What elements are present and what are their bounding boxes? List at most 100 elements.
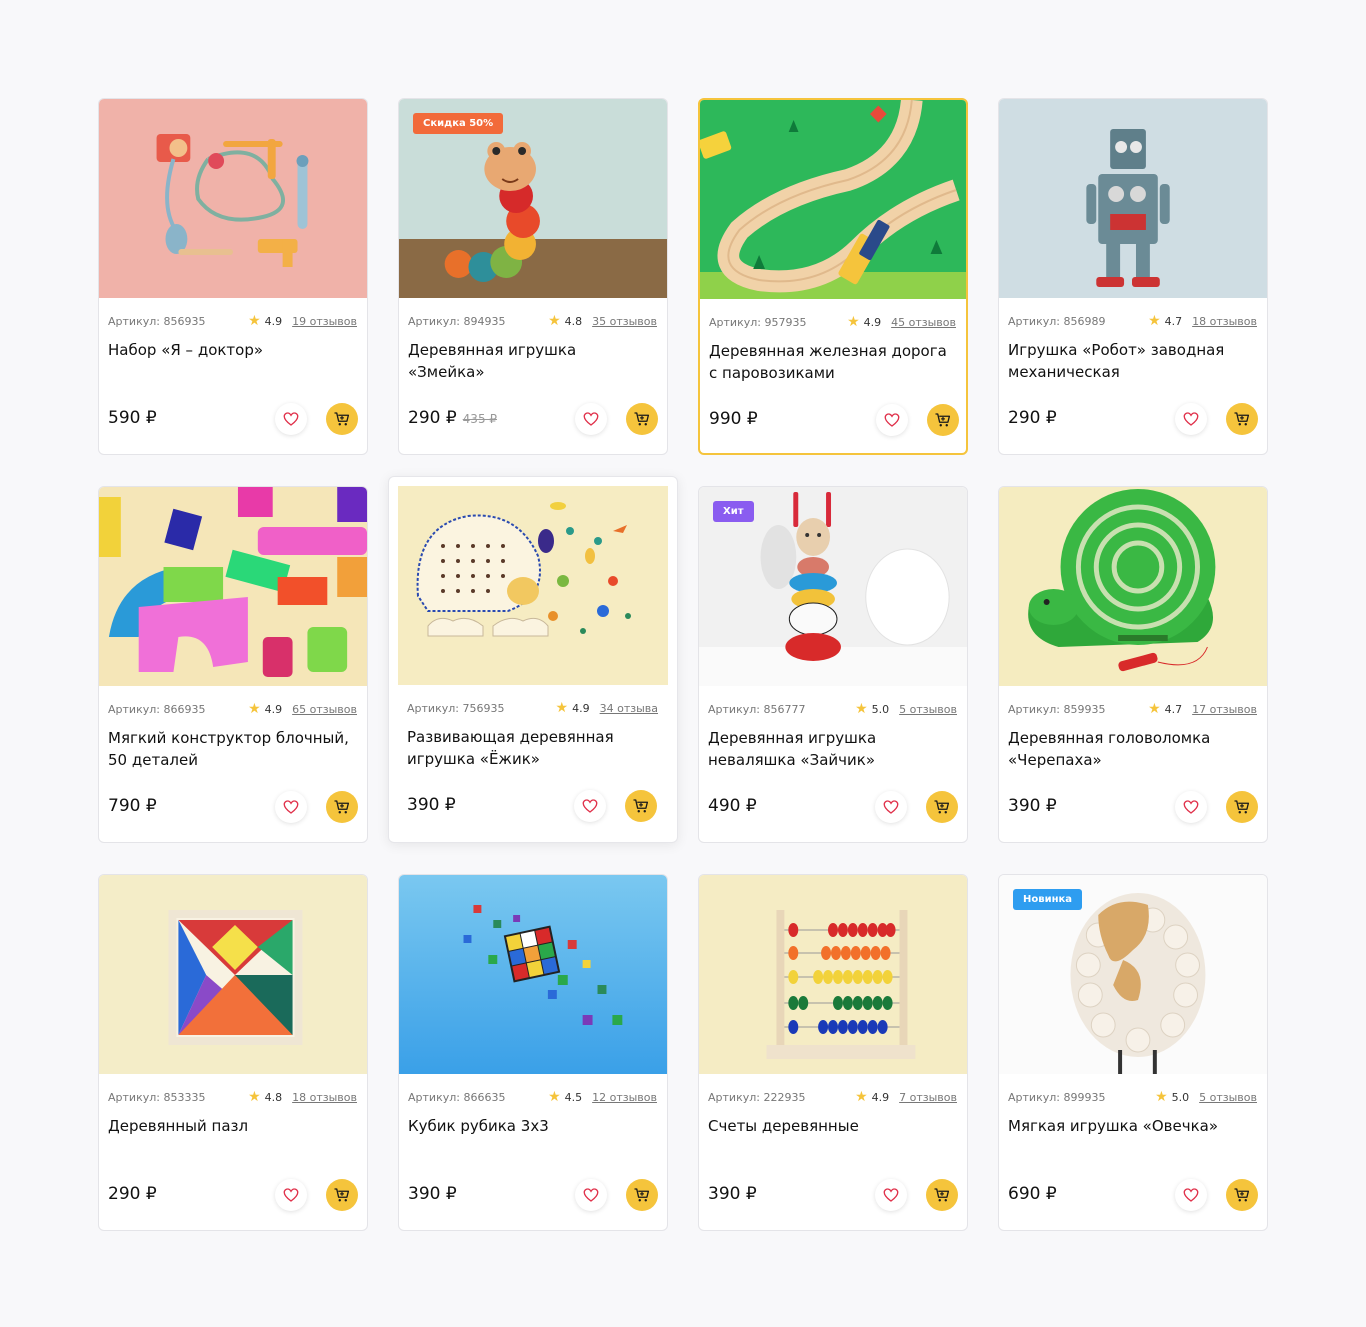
favorite-button[interactable]	[575, 1179, 607, 1211]
favorite-button[interactable]	[875, 791, 907, 823]
product-title[interactable]: Набор «Я – доктор»	[108, 339, 357, 361]
product-image[interactable]	[99, 875, 367, 1074]
product-card[interactable]: Артикул: 856935 ★ 4.9 19 отзывов Набор «…	[98, 98, 368, 455]
favorite-button[interactable]	[574, 790, 606, 822]
product-title[interactable]: Кубик рубика 3x3	[408, 1115, 657, 1137]
reviews-link[interactable]: 18 отзывов	[1192, 315, 1257, 328]
favorite-button[interactable]	[275, 791, 307, 823]
product-title[interactable]: Развивающая деревянная игрушка «Ёжик»	[407, 726, 658, 770]
product-card[interactable]: Новинка Артикул: 899935 ★ 5.0 5 отзывов …	[998, 874, 1268, 1231]
product-image[interactable]: Новинка	[999, 875, 1267, 1074]
product-sku: Артикул: 859935	[1008, 702, 1106, 716]
product-image[interactable]	[999, 99, 1267, 298]
heart-icon	[1183, 800, 1199, 814]
reviews-link[interactable]: 35 отзывов	[592, 315, 657, 328]
product-grid: Артикул: 856935 ★ 4.9 19 отзывов Набор «…	[98, 98, 1268, 1231]
add-to-cart-button[interactable]	[326, 791, 358, 823]
favorite-button[interactable]	[275, 403, 307, 435]
reviews-link[interactable]: 7 отзывов	[899, 1091, 957, 1104]
add-to-cart-button[interactable]	[927, 404, 959, 436]
product-image[interactable]	[99, 99, 367, 298]
star-icon: ★	[248, 1089, 261, 1105]
product-card[interactable]: Артикул: 222935 ★ 4.9 7 отзывов Счеты де…	[698, 874, 968, 1231]
product-title[interactable]: Деревянная железная дорога с паровозикам…	[709, 340, 956, 384]
product-card[interactable]: Артикул: 853335 ★ 4.8 18 отзывов Деревян…	[98, 874, 368, 1231]
favorite-button[interactable]	[1175, 403, 1207, 435]
product-card[interactable]: Артикул: 866935 ★ 4.9 65 отзывов Мягкий …	[98, 486, 368, 843]
favorite-button[interactable]	[876, 404, 908, 436]
product-image[interactable]: Хит	[699, 487, 967, 686]
product-meta: Артикул: 957935 ★ 4.9 45 отзывов	[709, 314, 956, 330]
price-value: 690 ₽	[1008, 1184, 1057, 1204]
cart-icon	[1234, 800, 1250, 814]
reviews-link[interactable]: 34 отзыва	[600, 702, 658, 715]
heart-icon	[883, 1188, 899, 1202]
product-card[interactable]: Артикул: 957935 ★ 4.9 45 отзывов Деревян…	[698, 98, 968, 455]
product-sku: Артикул: 856989	[1008, 314, 1106, 328]
product-card[interactable]: Артикул: 856989 ★ 4.7 18 отзывов Игрушка…	[998, 98, 1268, 455]
product-meta: Артикул: 894935 ★ 4.8 35 отзывов	[408, 313, 657, 329]
product-card[interactable]: Скидка 50% Артикул: 894935 ★ 4.8 35 отзы…	[398, 98, 668, 455]
reviews-link[interactable]: 65 отзывов	[292, 703, 357, 716]
add-to-cart-button[interactable]	[626, 403, 658, 435]
add-to-cart-button[interactable]	[326, 1179, 358, 1211]
reviews-link[interactable]: 19 отзывов	[292, 315, 357, 328]
product-image[interactable]	[99, 487, 367, 686]
product-card[interactable]: Артикул: 859935 ★ 4.7 17 отзывов Деревян…	[998, 486, 1268, 843]
price-value: 390 ₽	[408, 1184, 457, 1204]
add-to-cart-button[interactable]	[926, 1179, 958, 1211]
product-card[interactable]: Артикул: 866635 ★ 4.5 12 отзывов Кубик р…	[398, 874, 668, 1231]
product-title[interactable]: Мягкий конструктор блочный, 50 деталей	[108, 727, 357, 771]
heart-icon	[283, 1188, 299, 1202]
star-icon: ★	[548, 1089, 561, 1105]
favorite-button[interactable]	[1175, 791, 1207, 823]
add-to-cart-button[interactable]	[1226, 791, 1258, 823]
reviews-link[interactable]: 17 отзывов	[1192, 703, 1257, 716]
product-price: 290 ₽ 435 ₽	[408, 408, 497, 428]
favorite-button[interactable]	[575, 403, 607, 435]
favorite-button[interactable]	[875, 1179, 907, 1211]
add-to-cart-button[interactable]	[625, 790, 657, 822]
add-to-cart-button[interactable]	[326, 403, 358, 435]
product-card[interactable]: Артикул: 756935 ★ 4.9 34 отзыва Развиваю…	[388, 476, 678, 843]
reviews-link[interactable]: 5 отзывов	[899, 703, 957, 716]
product-sku: Артикул: 894935	[408, 314, 506, 328]
product-sku: Артикул: 899935	[1008, 1090, 1106, 1104]
product-title[interactable]: Деревянная игрушка «Змейка»	[408, 339, 657, 383]
product-rating: 5.0	[871, 702, 890, 716]
add-to-cart-button[interactable]	[1226, 1179, 1258, 1211]
reviews-link[interactable]: 5 отзывов	[1199, 1091, 1257, 1104]
product-image[interactable]	[398, 486, 668, 685]
product-rating: 4.5	[564, 1090, 583, 1104]
product-rating: 4.9	[863, 315, 882, 329]
reviews-link[interactable]: 45 отзывов	[891, 316, 956, 329]
star-icon: ★	[855, 1089, 868, 1105]
product-image[interactable]	[399, 875, 667, 1074]
heart-icon	[883, 800, 899, 814]
product-image[interactable]	[699, 875, 967, 1074]
heart-icon	[283, 412, 299, 426]
price-value: 790 ₽	[108, 796, 157, 816]
product-image[interactable]: Скидка 50%	[399, 99, 667, 298]
product-image[interactable]	[700, 100, 966, 299]
product-sku: Артикул: 957935	[709, 315, 807, 329]
product-price: 390 ₽	[407, 795, 456, 815]
add-to-cart-button[interactable]	[1226, 403, 1258, 435]
reviews-link[interactable]: 12 отзывов	[592, 1091, 657, 1104]
star-icon: ★	[555, 700, 569, 716]
reviews-link[interactable]: 18 отзывов	[292, 1091, 357, 1104]
product-title[interactable]: Мягкая игрушка «Овечка»	[1008, 1115, 1257, 1137]
favorite-button[interactable]	[1175, 1179, 1207, 1211]
star-icon: ★	[1148, 313, 1161, 329]
product-title[interactable]: Деревянный пазл	[108, 1115, 357, 1137]
product-title[interactable]: Деревянная игрушка неваляшка «Зайчик»	[708, 727, 957, 771]
favorite-button[interactable]	[275, 1179, 307, 1211]
product-image[interactable]	[999, 487, 1267, 686]
product-title[interactable]: Счеты деревянные	[708, 1115, 957, 1137]
product-title[interactable]: Игрушка «Робот» заводная механическая	[1008, 339, 1257, 383]
add-to-cart-button[interactable]	[926, 791, 958, 823]
add-to-cart-button[interactable]	[626, 1179, 658, 1211]
product-card[interactable]: Хит Артикул: 856777 ★ 5.0 5 отзывов Дере…	[698, 486, 968, 843]
product-price: 790 ₽	[108, 796, 157, 816]
product-title[interactable]: Деревянная головоломка «Черепаха»	[1008, 727, 1257, 771]
